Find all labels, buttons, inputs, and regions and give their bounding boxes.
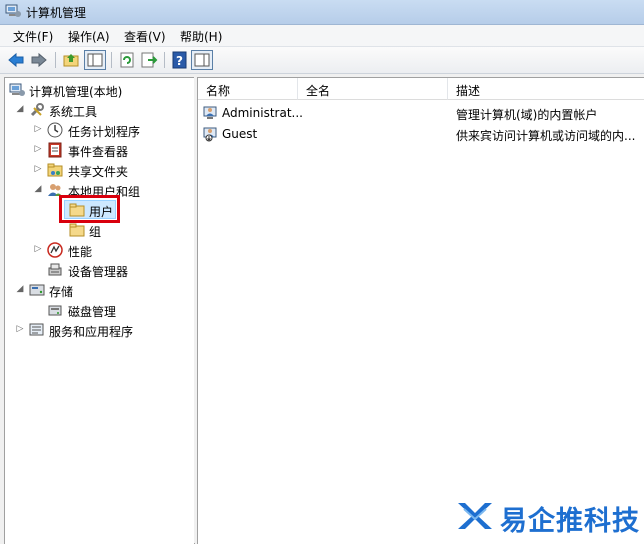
watermark-text: 易企推科技: [500, 506, 640, 537]
collapse-arrow-icon[interactable]: ◢: [33, 184, 43, 194]
export-icon[interactable]: [140, 51, 158, 69]
expand-arrow-icon[interactable]: ▷: [15, 324, 25, 334]
forward-arrow-icon[interactable]: [30, 51, 48, 69]
expand-arrow-icon[interactable]: ▷: [33, 124, 43, 134]
expand-arrow-icon[interactable]: ▷: [33, 244, 43, 254]
tree-label: 存储: [49, 285, 74, 299]
back-arrow-icon[interactable]: [7, 51, 25, 69]
shared-folder-icon: [47, 163, 63, 177]
tree-label: 系统工具: [49, 105, 98, 119]
toolbar-separator: [55, 52, 56, 68]
up-folder-icon[interactable]: [62, 51, 80, 69]
table-row[interactable]: Guest 供来宾访问计算机或访问域的内...: [198, 124, 644, 145]
column-header-description[interactable]: 描述: [448, 78, 644, 100]
tree-label: 组: [89, 225, 102, 239]
menu-help[interactable]: 帮助(H): [180, 28, 222, 45]
tree-label: 计算机管理(本地): [29, 85, 123, 99]
tree-label: 共享文件夹: [68, 165, 129, 179]
user-description: 供来宾访问计算机或访问域的内...: [456, 129, 636, 143]
collapse-arrow-icon[interactable]: ◢: [15, 284, 25, 294]
properties-icon[interactable]: [191, 50, 213, 70]
column-header-fullname[interactable]: 全名: [298, 78, 448, 100]
tree-label: 性能: [68, 245, 93, 259]
toolbar-separator: [164, 52, 165, 68]
clock-icon: [47, 122, 63, 138]
svg-text:?: ?: [176, 54, 183, 68]
column-header-name[interactable]: 名称: [198, 78, 298, 100]
computer-management-icon: [9, 83, 25, 96]
watermark: 易企推科技: [456, 497, 642, 537]
menu-bar: 文件(F) 操作(A) 查看(V) 帮助(H): [0, 25, 644, 47]
table-row[interactable]: Administrat... 管理计算机(域)的内置帐户: [198, 103, 644, 124]
tools-icon: [30, 103, 44, 117]
user-description: 管理计算机(域)的内置帐户: [456, 108, 598, 122]
computer-management-icon: [5, 4, 21, 17]
disabled-user-icon: [203, 127, 217, 142]
tree-label: 服务和应用程序: [49, 325, 134, 339]
watermark-logo-icon: [458, 503, 492, 529]
tree-label: 事件查看器: [68, 145, 129, 159]
title-bar: 计算机管理: [0, 0, 644, 25]
red-highlight-box: [59, 195, 120, 223]
toolbar-separator: [111, 52, 112, 68]
menu-action[interactable]: 操作(A): [68, 28, 110, 45]
menu-file[interactable]: 文件(F): [13, 28, 53, 45]
show-hide-tree-icon[interactable]: [84, 50, 106, 70]
event-log-icon: [48, 142, 62, 158]
folder-icon: [69, 223, 85, 237]
refresh-icon[interactable]: [118, 51, 136, 69]
user-name: Guest: [222, 127, 258, 141]
device-manager-icon: [48, 263, 62, 276]
performance-icon: [47, 242, 63, 258]
window-title: 计算机管理: [26, 6, 87, 20]
tree-label: 任务计划程序: [68, 125, 141, 139]
user-icon: [203, 106, 217, 119]
navigation-tree[interactable]: 计算机管理(本地) ◢ 系统工具 ▷ 任务计划程序 ▷ 事件查看器 ▷ 共享文件…: [4, 77, 195, 544]
menu-view[interactable]: 查看(V): [124, 28, 166, 45]
user-name: Administrat...: [222, 106, 303, 120]
toolbar: ?: [0, 47, 644, 74]
tree-label: 设备管理器: [68, 265, 129, 279]
services-icon: [29, 323, 44, 336]
storage-icon: [29, 284, 45, 296]
help-icon[interactable]: ?: [171, 51, 189, 69]
collapse-arrow-icon[interactable]: ◢: [15, 104, 25, 114]
expand-arrow-icon[interactable]: ▷: [33, 164, 43, 174]
disk-icon: [48, 305, 62, 316]
tree-label: 磁盘管理: [68, 305, 117, 319]
expand-arrow-icon[interactable]: ▷: [33, 144, 43, 154]
user-list-pane: 名称 全名 描述 Administrat... 管理计算机(域)的内置帐户 Gu…: [197, 77, 644, 544]
